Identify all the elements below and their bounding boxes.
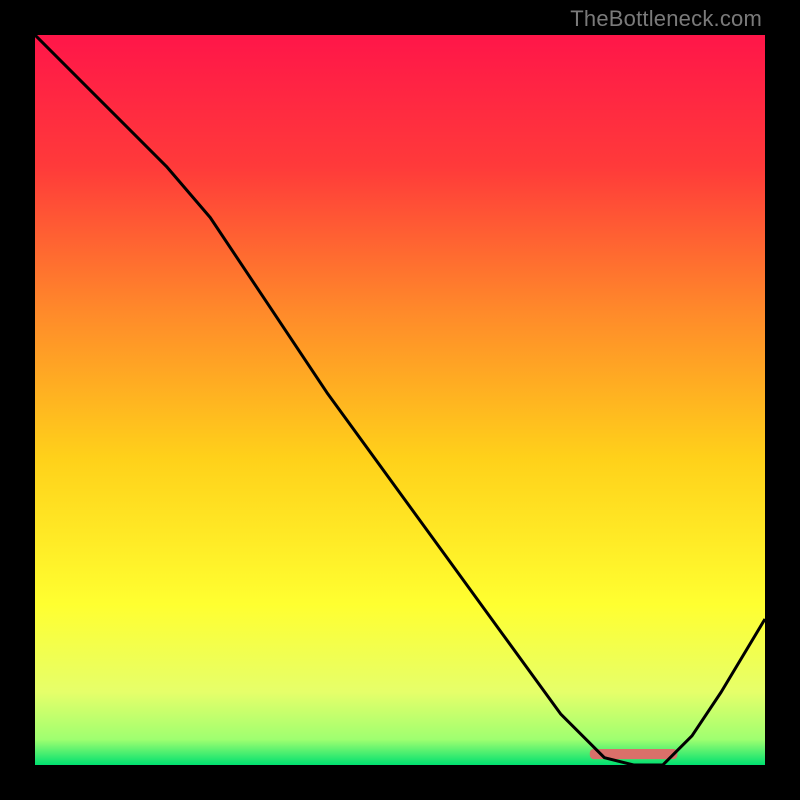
chart-frame bbox=[35, 35, 765, 765]
chart-plot-area bbox=[35, 35, 765, 765]
watermark-text: TheBottleneck.com bbox=[570, 6, 762, 32]
